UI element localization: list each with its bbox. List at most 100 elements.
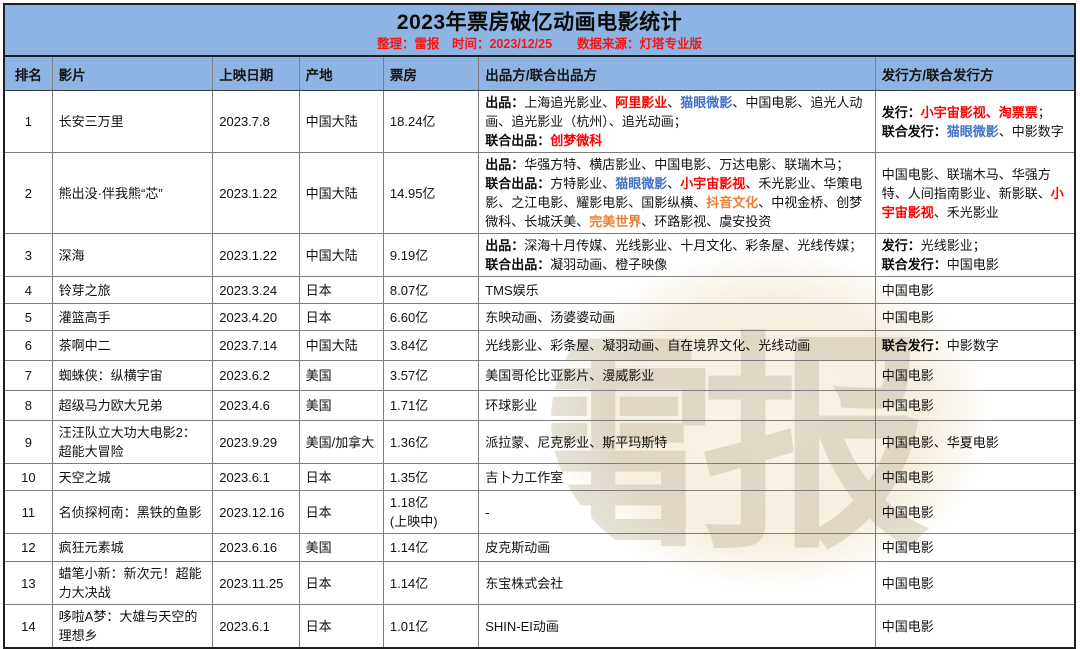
box-office-cell-text: 8.07亿 (390, 283, 428, 298)
infographic-sheet: 2023年票房破亿动画电影统计 整理：雷报 时间：2023/12/25 数据来源… (3, 3, 1076, 649)
distributors-cell-text: 中国电影 (882, 540, 934, 555)
rank-cell: 14 (4, 605, 52, 649)
box-office-cell-text: 1.14亿 (390, 576, 428, 591)
table-row: 4铃芽之旅2023.3.24日本8.07亿TMS娱乐中国电影 (4, 277, 1075, 304)
column-header-box-office: 票房 (383, 56, 478, 91)
producers-cell-text: 美国哥伦比亚影片、漫威影业 (485, 368, 654, 383)
distributors-cell-text: 中国电影 (947, 257, 999, 272)
origin-cell-text: 日本 (306, 470, 332, 485)
rank-cell-text: 10 (21, 470, 35, 485)
column-header-film: 影片 (52, 56, 213, 91)
rank-cell-text: 11 (22, 505, 36, 520)
film-title-cell-text: 铃芽之旅 (59, 283, 111, 298)
distributors-cell-text: 、禾光影业 (934, 205, 999, 220)
distributors-cell-text: ； (1038, 105, 1051, 120)
film-title-cell: 熊出没·伴我熊“芯” (52, 153, 213, 234)
origin-cell: 日本 (299, 562, 383, 605)
producers-cell: 光线影业、彩条屋、凝羽动画、自在境界文化、光线动画 (479, 331, 875, 361)
origin-cell: 日本 (299, 464, 383, 491)
film-title-cell-text: 熊出没·伴我熊“芯” (59, 186, 163, 201)
producers-cell-text: 华强方特、横店影业、中国电影、万达电影、联瑞木马； (524, 157, 849, 172)
distributors-cell-text: 猫眼微影 (947, 124, 999, 139)
producers-cell: SHIN-EI动画 (479, 605, 875, 649)
film-title-cell-text: 灌篮高手 (59, 310, 111, 325)
producers-cell-text: 猫眼微影 (680, 95, 732, 110)
origin-cell-text: 美国 (306, 398, 332, 413)
box-office-cell-text: 1.01亿 (390, 619, 428, 634)
release-date-cell-text: 2023.1.22 (219, 248, 277, 263)
film-title-cell: 灌篮高手 (52, 304, 213, 331)
column-header-origin: 产地 (299, 56, 383, 91)
producers-cell-text: 东映动画、汤婆婆动画 (485, 310, 615, 325)
table-row: 8超级马力欧大兄弟2023.4.6美国1.71亿环球影业中国电影 (4, 391, 1075, 421)
rank-cell: 8 (4, 391, 52, 421)
release-date-cell: 2023.4.20 (213, 304, 299, 331)
distributors-cell: 中国电影 (875, 277, 1075, 304)
producers-cell: 出品：华强方特、横店影业、中国电影、万达电影、联瑞木马；联合出品：方特影业、猫眼… (479, 153, 875, 234)
producers-cell-text: 出品： (485, 95, 524, 110)
box-office-cell: 3.57亿 (383, 361, 478, 391)
distributors-cell-text: 中国电影 (882, 505, 934, 520)
box-office-cell-text: 18.24亿 (390, 114, 436, 129)
release-date-cell: 2023.3.24 (213, 277, 299, 304)
rank-cell: 7 (4, 361, 52, 391)
producers-cell-text: 吉卜力工作室 (485, 470, 563, 485)
table-row: 1长安三万里2023.7.8中国大陆18.24亿出品：上海追光影业、阿里影业、猫… (4, 91, 1075, 153)
box-office-cell: 1.18亿 (上映中) (383, 491, 478, 534)
release-date-cell-text: 2023.6.1 (219, 470, 270, 485)
box-office-cell: 1.36亿 (383, 421, 478, 464)
release-date-cell: 2023.6.1 (213, 464, 299, 491)
rank-cell-text: 7 (25, 368, 32, 383)
distributors-cell: 中国电影 (875, 605, 1075, 649)
distributors-cell: 中国电影 (875, 361, 1075, 391)
box-office-cell: 9.19亿 (383, 234, 478, 277)
film-title-cell: 名侦探柯南：黑铁的鱼影 (52, 491, 213, 534)
origin-cell-text: 中国大陆 (306, 186, 358, 201)
column-header-distributors: 发行方/联合发行方 (875, 56, 1075, 91)
film-title-cell-text: 名侦探柯南：黑铁的鱼影 (59, 505, 202, 520)
release-date-cell-text: 2023.3.24 (219, 283, 277, 298)
column-header-producers: 出品方/联合出品方 (479, 56, 875, 91)
rank-cell: 12 (4, 534, 52, 562)
origin-cell: 中国大陆 (299, 153, 383, 234)
film-title-cell: 深海 (52, 234, 213, 277)
column-header-release-date: 上映日期 (213, 56, 299, 91)
distributors-cell: 发行：光线影业；联合发行：中国电影 (875, 234, 1075, 277)
film-title-cell-text: 长安三万里 (59, 114, 124, 129)
release-date-cell: 2023.1.22 (213, 234, 299, 277)
producers-cell: - (479, 491, 875, 534)
distributors-cell: 中国电影 (875, 534, 1075, 562)
producers-cell-text: 出品： (485, 157, 524, 172)
box-office-cell-text: 1.36亿 (390, 435, 428, 450)
producers-cell-text: 光线影业、彩条屋、凝羽动画、自在境界文化、光线动画 (485, 338, 810, 353)
origin-cell-text: 日本 (306, 505, 332, 520)
box-office-cell: 1.35亿 (383, 464, 478, 491)
rank-cell-text: 4 (25, 283, 32, 298)
rank-cell-text: 8 (25, 398, 32, 413)
distributors-cell-text: 中国电影、华夏电影 (882, 435, 999, 450)
release-date-cell-text: 2023.12.16 (219, 505, 284, 520)
producers-cell: 出品：深海十月传媒、光线影业、十月文化、彩条屋、光线传媒；联合出品：凝羽动画、橙… (479, 234, 875, 277)
release-date-cell-text: 2023.7.8 (219, 114, 270, 129)
producers-cell-text: 出品： (485, 238, 524, 253)
box-office-cell: 8.07亿 (383, 277, 478, 304)
release-date-cell-text: 2023.4.20 (219, 310, 277, 325)
release-date-cell: 2023.7.8 (213, 91, 299, 153)
producers-cell-text: 方特影业、 (550, 176, 615, 191)
rank-cell-text: 14 (21, 619, 35, 634)
table-row: 14哆啦A梦：大雄与天空的理想乡2023.6.1日本1.01亿SHIN-EI动画… (4, 605, 1075, 649)
producers-cell-text: TMS娱乐 (485, 283, 538, 298)
film-title-cell-text: 茶啊中二 (59, 338, 111, 353)
rank-cell: 3 (4, 234, 52, 277)
producers-cell: TMS娱乐 (479, 277, 875, 304)
producers-cell-text: 、环路影视、虞安投资 (641, 214, 771, 229)
release-date-cell: 2023.6.2 (213, 361, 299, 391)
rank-cell-text: 12 (21, 540, 35, 555)
origin-cell-text: 日本 (306, 619, 332, 634)
box-office-cell-text: 14.95亿 (390, 186, 436, 201)
distributors-cell-text: 中国电影 (882, 470, 934, 485)
distributors-cell-text: 小宇宙影视、淘票票 (921, 105, 1038, 120)
origin-cell: 日本 (299, 491, 383, 534)
producers-cell-text: 凝羽动画、橙子映像 (550, 257, 667, 272)
box-office-cell: 18.24亿 (383, 91, 478, 153)
